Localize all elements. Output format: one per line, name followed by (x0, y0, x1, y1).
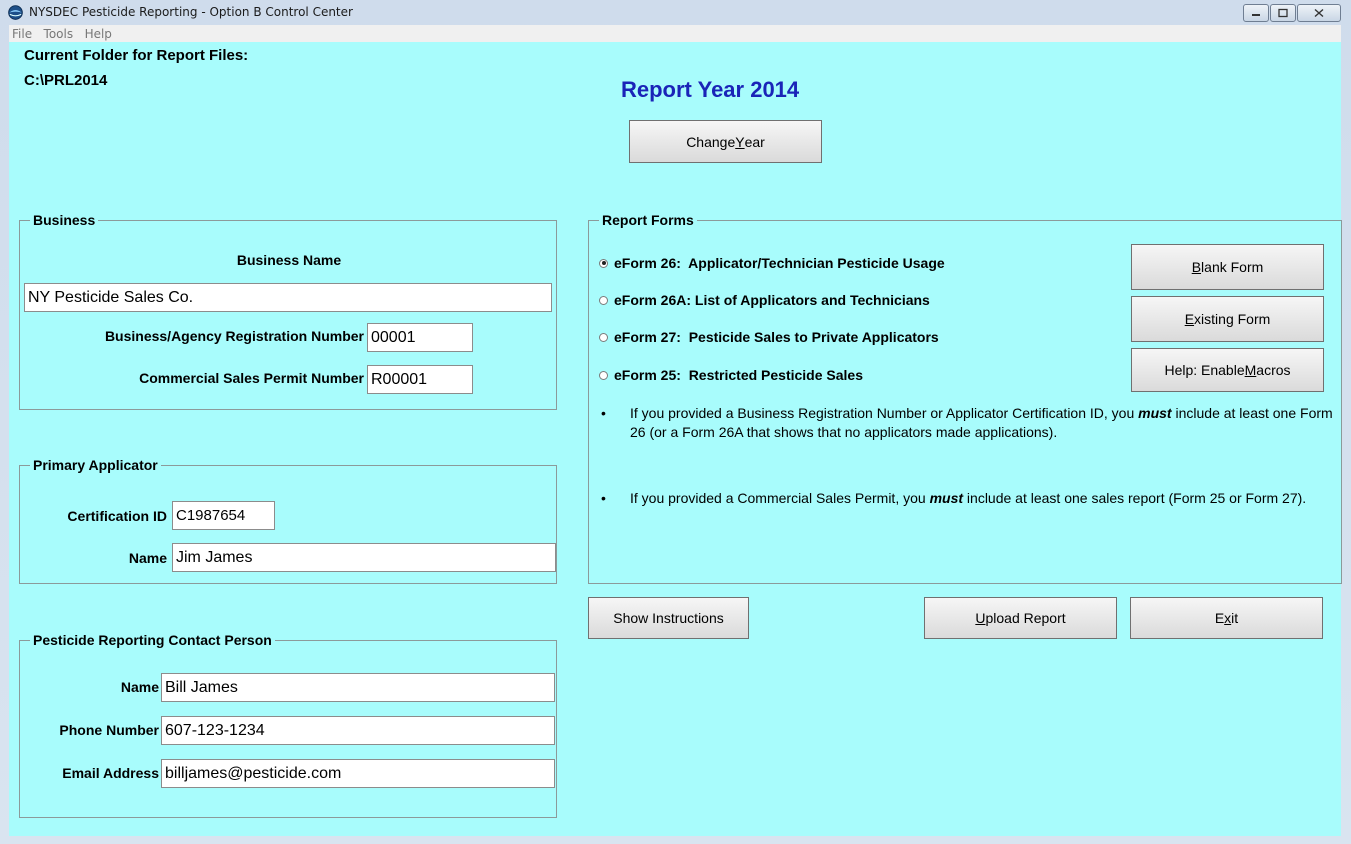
existing-form-accesskey: E (1184, 311, 1195, 327)
radio-eform-26a-label: eForm 26A: List of Applicators and Techn… (614, 292, 930, 308)
radio-eform-25-label: eForm 25: Restricted Pesticide Sales (614, 367, 863, 383)
note-1-bullet: • (601, 405, 606, 421)
registration-input[interactable]: 00001 (367, 323, 473, 352)
menu-help[interactable]: Help (82, 26, 116, 41)
exit-button[interactable]: Ex it (1130, 597, 1323, 639)
exit-label-post: it (1231, 610, 1239, 626)
note-1-text-pre: If you provided a Business Registration … (630, 405, 1139, 421)
menu-file[interactable]: File (9, 26, 36, 41)
upload-report-button[interactable]: Upload Report (924, 597, 1117, 639)
change-year-button[interactable]: Change Year (629, 120, 822, 163)
folder-path: C:\PRL2014 (24, 72, 108, 89)
radio-eform-25[interactable]: eForm 25: Restricted Pesticide Sales (599, 367, 863, 383)
note-must-include-form-26: If you provided a Business Registration … (630, 404, 1336, 442)
registration-label: Business/Agency Registration Number (104, 328, 364, 344)
note-2-text-post: include at least one sales report (Form … (963, 490, 1307, 506)
blank-form-button[interactable]: Blank Form (1131, 244, 1324, 290)
existing-form-button[interactable]: Existing Form (1131, 296, 1324, 342)
close-button[interactable] (1297, 4, 1341, 22)
title-bar[interactable]: NYSDEC Pesticide Reporting - Option B Co… (0, 0, 1351, 26)
radio-eform-26-label: eForm 26: Applicator/Technician Pesticid… (614, 255, 945, 271)
app-window: NYSDEC Pesticide Reporting - Option B Co… (0, 0, 1351, 844)
minimize-icon (1252, 14, 1260, 16)
business-name-label: Business Name (236, 252, 342, 268)
note-2-text-pre: If you provided a Commercial Sales Permi… (630, 490, 930, 506)
macros-label-post: acros (1256, 362, 1291, 378)
phone-label: Phone Number (59, 722, 159, 738)
contact-name-label: Name (120, 679, 159, 695)
radio-empty-icon (599, 295, 608, 305)
radio-eform-26[interactable]: eForm 26: Applicator/Technician Pesticid… (599, 255, 945, 271)
change-year-label-post: ear (744, 133, 765, 150)
report-year-title: Report Year 2014 (621, 77, 800, 102)
macros-label-pre: Help: Enable (1164, 362, 1245, 378)
certification-id-input[interactable]: C1987654 (172, 501, 275, 530)
change-year-label-pre: Change (686, 133, 736, 150)
show-instructions-button[interactable]: Show Instructions (588, 597, 749, 639)
business-name-input[interactable]: NY Pesticide Sales Co. (24, 283, 552, 312)
blank-form-label: lank Form (1201, 259, 1264, 275)
existing-form-label: xisting Form (1194, 311, 1271, 327)
note-2-bullet: • (601, 490, 606, 506)
close-icon (1314, 8, 1324, 18)
exit-accesskey: x (1224, 610, 1232, 626)
primary-applicator-group: Primary Applicator Certification ID C198… (19, 457, 557, 584)
folder-label: Current Folder for Report Files: (24, 47, 249, 64)
note-must-include-sales-report: If you provided a Commercial Sales Permi… (630, 489, 1336, 508)
radio-selected-icon (599, 258, 608, 268)
phone-input[interactable]: 607-123-1234 (161, 716, 555, 745)
maximize-icon (1278, 8, 1288, 18)
radio-empty-icon (599, 370, 608, 380)
exit-label-pre: E (1214, 610, 1225, 626)
applicator-name-label: Name (128, 550, 167, 566)
upload-label: pload Report (985, 610, 1066, 626)
business-group: Business Business Name NY Pesticide Sale… (19, 212, 557, 410)
certification-id-label: Certification ID (67, 508, 167, 524)
applicator-name-input[interactable]: Jim James (172, 543, 556, 572)
report-forms-group: Report Forms eForm 26: Applicator/Techni… (588, 212, 1342, 584)
app-globe-icon (8, 5, 23, 20)
email-input[interactable]: billjames@pesticide.com (161, 759, 555, 788)
note-1-emphasis: must (1138, 405, 1172, 421)
contact-person-legend: Pesticide Reporting Contact Person (30, 632, 275, 648)
report-forms-legend: Report Forms (599, 212, 697, 228)
change-year-accesskey: Y (735, 133, 745, 150)
radio-eform-27-label: eForm 27: Pesticide Sales to Private App… (614, 329, 939, 345)
email-label: Email Address (62, 765, 159, 781)
window-title: NYSDEC Pesticide Reporting - Option B Co… (29, 5, 353, 19)
main-panel: Current Folder for Report Files: C:\PRL2… (9, 42, 1342, 836)
upload-accesskey: U (975, 610, 986, 626)
blank-form-accesskey: B (1191, 259, 1202, 275)
sales-permit-input[interactable]: R00001 (367, 365, 473, 394)
menu-tools[interactable]: Tools (41, 26, 78, 41)
primary-applicator-legend: Primary Applicator (30, 457, 161, 473)
radio-eform-27[interactable]: eForm 27: Pesticide Sales to Private App… (599, 329, 939, 345)
contact-person-group: Pesticide Reporting Contact Person Name … (19, 632, 557, 818)
radio-empty-icon (599, 332, 608, 342)
macros-accesskey: M (1244, 362, 1257, 378)
note-2-emphasis: must (929, 490, 964, 506)
business-legend: Business (30, 212, 99, 228)
menu-bar: File Tools Help (9, 25, 1341, 42)
maximize-button[interactable] (1270, 4, 1296, 22)
enable-macros-help-button[interactable]: Help: Enable Macros (1131, 348, 1324, 392)
sales-permit-label: Commercial Sales Permit Number (139, 370, 364, 386)
contact-name-input[interactable]: Bill James (161, 673, 555, 702)
minimize-button[interactable] (1243, 4, 1269, 22)
radio-eform-26a[interactable]: eForm 26A: List of Applicators and Techn… (599, 292, 930, 308)
